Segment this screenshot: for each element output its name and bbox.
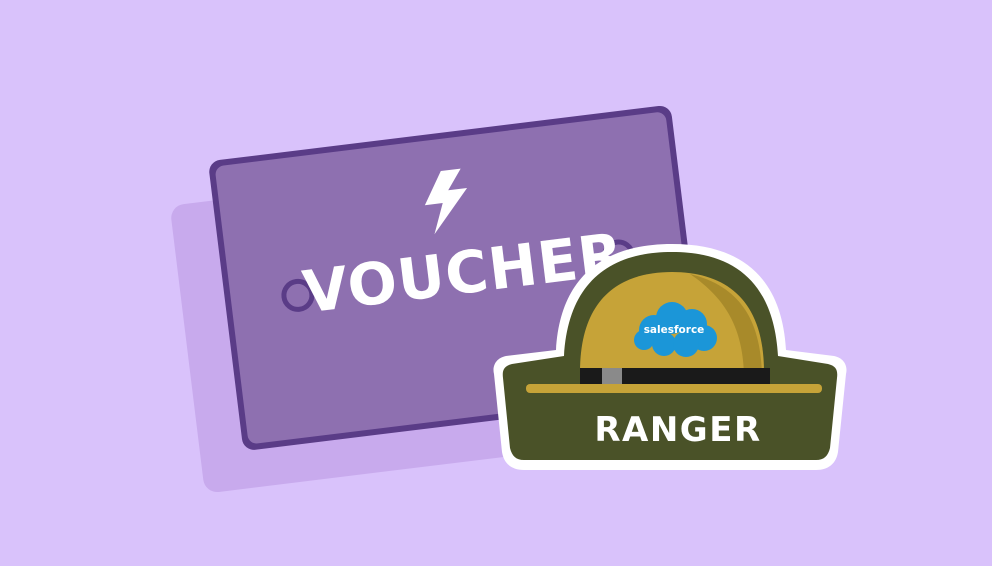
voucher-ranger-illustration: VOUCHER salesforce RANGER <box>0 0 992 566</box>
salesforce-logo-text: salesforce <box>644 324 705 336</box>
illustration-canvas: VOUCHER salesforce RANGER <box>171 105 847 493</box>
ranger-label: RANGER <box>594 410 761 450</box>
